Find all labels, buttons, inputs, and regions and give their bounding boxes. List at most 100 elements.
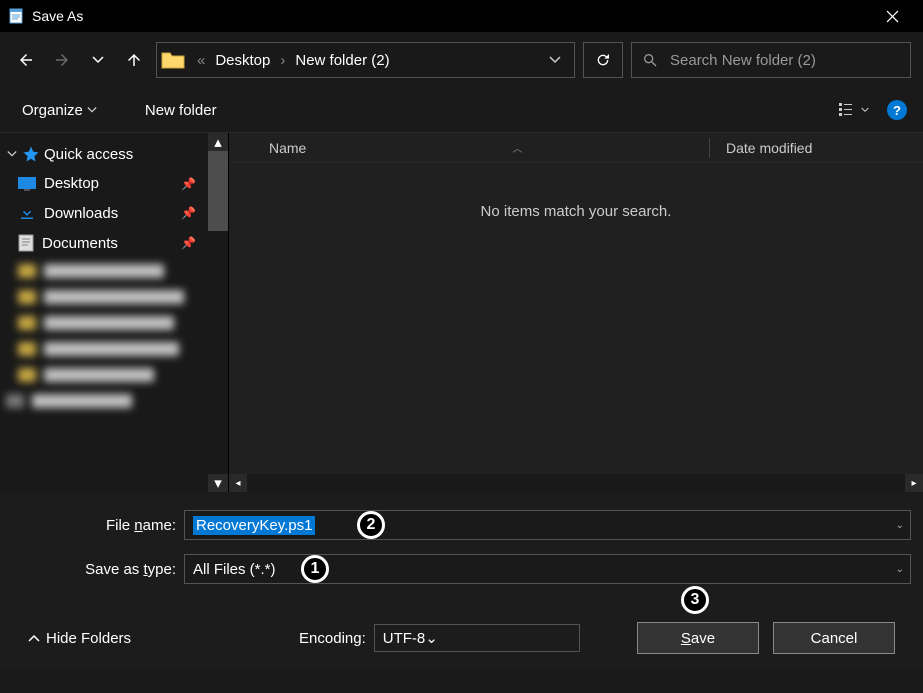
- file-list-pane: Name ︿ Date modified No items match your…: [228, 133, 923, 492]
- sidebar-item-blurred[interactable]: [0, 310, 208, 336]
- chevron-down-icon: [87, 105, 97, 115]
- annotation-3: 3: [681, 586, 709, 614]
- column-header-date[interactable]: Date modified: [726, 140, 812, 156]
- empty-message: No items match your search.: [481, 203, 672, 220]
- sidebar-item-blurred[interactable]: [0, 258, 208, 284]
- breadcrumb[interactable]: « Desktop › New folder (2): [156, 42, 575, 78]
- hide-folders-button[interactable]: Hide Folders: [28, 630, 131, 647]
- scroll-right-icon[interactable]: ▸: [905, 474, 923, 492]
- chevron-down-icon[interactable]: ⌄: [425, 629, 438, 647]
- pin-icon: 📌: [181, 236, 196, 250]
- encoding-select[interactable]: UTF-8 ⌄: [374, 624, 580, 652]
- nav-row: « Desktop › New folder (2) Search New fo…: [0, 32, 923, 88]
- new-folder-button[interactable]: New folder: [139, 98, 223, 123]
- refresh-button[interactable]: [583, 42, 623, 78]
- folder-icon: [161, 50, 185, 70]
- cancel-button[interactable]: Cancel: [773, 622, 895, 654]
- address-dropdown-button[interactable]: [538, 43, 570, 77]
- toolbar: Organize New folder ?: [0, 88, 923, 132]
- scroll-track[interactable]: [247, 474, 905, 492]
- main-area: Quick access Desktop 📌 Downloads 📌 Docum…: [0, 132, 923, 492]
- chevron-up-icon: [28, 632, 40, 644]
- footer: Hide Folders Encoding: UTF-8 ⌄ 3 Save Ca…: [12, 598, 911, 670]
- chevron-down-icon[interactable]: ⌄: [896, 564, 904, 575]
- type-label: Save as type:: [12, 561, 184, 578]
- sidebar-item-blurred[interactable]: [0, 284, 208, 310]
- scroll-left-icon[interactable]: ◂: [229, 474, 247, 492]
- pin-icon: 📌: [181, 206, 196, 220]
- breadcrumb-item-desktop[interactable]: Desktop: [211, 52, 274, 69]
- chevron-down-icon[interactable]: ⌄: [896, 520, 904, 531]
- annotation-1: 1: [301, 555, 329, 583]
- sidebar: Quick access Desktop 📌 Downloads 📌 Docum…: [0, 133, 228, 492]
- search-icon: [642, 52, 658, 68]
- chevron-down-icon: [6, 149, 18, 159]
- new-folder-label: New folder: [145, 102, 217, 119]
- pin-icon: 📌: [181, 177, 196, 191]
- chevron-right-icon[interactable]: ›: [274, 52, 291, 69]
- column-label: Name: [269, 140, 306, 156]
- chevron-down-icon: [92, 54, 104, 66]
- cancel-label: Cancel: [811, 630, 858, 647]
- sidebar-label: Documents: [42, 235, 118, 252]
- close-icon: [886, 10, 899, 23]
- encoding-value: UTF-8: [383, 630, 426, 647]
- scroll-up-icon[interactable]: ▴: [208, 133, 228, 151]
- sort-asc-icon: ︿: [512, 140, 522, 155]
- sidebar-label: Desktop: [44, 175, 99, 192]
- type-value: All Files (*.*): [193, 561, 276, 578]
- sidebar-item-blurred[interactable]: [0, 336, 208, 362]
- hide-folders-label: Hide Folders: [46, 630, 131, 647]
- recent-locations-button[interactable]: [84, 46, 112, 74]
- close-button[interactable]: [869, 0, 915, 32]
- search-input[interactable]: Search New folder (2): [631, 42, 911, 78]
- chevron-down-icon: [861, 106, 869, 114]
- help-button[interactable]: ?: [887, 100, 907, 120]
- filename-value: RecoveryKey.ps1: [193, 516, 315, 535]
- breadcrumb-item-newfolder[interactable]: New folder (2): [291, 52, 393, 69]
- chevron-down-icon: [549, 54, 561, 66]
- type-select[interactable]: All Files (*.*) 1 ⌄: [184, 554, 911, 584]
- save-form: File name: RecoveryKey.ps1 2 ⌄ Save as t…: [0, 492, 923, 670]
- nav-tree: Quick access Desktop 📌 Downloads 📌 Docum…: [0, 133, 208, 492]
- column-headers: Name ︿ Date modified: [229, 133, 923, 163]
- annotation-2: 2: [357, 511, 385, 539]
- title-bar: Save As: [0, 0, 923, 32]
- organize-button[interactable]: Organize: [16, 98, 103, 123]
- filename-label: File name:: [12, 517, 184, 534]
- forward-button[interactable]: [48, 46, 76, 74]
- sidebar-item-downloads[interactable]: Downloads 📌: [0, 198, 208, 228]
- sidebar-item-desktop[interactable]: Desktop 📌: [0, 169, 208, 198]
- encoding-label: Encoding:: [299, 630, 366, 647]
- scroll-thumb[interactable]: [208, 151, 228, 231]
- documents-icon: [18, 234, 34, 252]
- up-button[interactable]: [120, 46, 148, 74]
- desktop-icon: [18, 177, 36, 191]
- scroll-down-icon[interactable]: ▾: [208, 474, 228, 492]
- sidebar-item-quick-access[interactable]: Quick access: [0, 139, 208, 169]
- organize-label: Organize: [22, 102, 83, 119]
- arrow-left-icon: [17, 51, 35, 69]
- sidebar-item-blurred[interactable]: [0, 362, 208, 388]
- save-button[interactable]: Save: [637, 622, 759, 654]
- sidebar-label-quick-access: Quick access: [44, 146, 133, 163]
- file-list-body: No items match your search.: [229, 163, 923, 474]
- search-placeholder: Search New folder (2): [670, 52, 816, 69]
- breadcrumb-sep-icon: «: [191, 52, 211, 69]
- back-button[interactable]: [12, 46, 40, 74]
- column-separator[interactable]: [709, 138, 710, 158]
- window-title: Save As: [32, 8, 869, 24]
- sidebar-item-blurred[interactable]: [0, 388, 208, 414]
- sidebar-scrollbar[interactable]: ▴ ▾: [208, 133, 228, 492]
- view-options-button[interactable]: [833, 98, 875, 122]
- filename-input[interactable]: RecoveryKey.ps1 2 ⌄: [184, 510, 911, 540]
- horizontal-scrollbar[interactable]: ◂ ▸: [229, 474, 923, 492]
- sidebar-label: Downloads: [44, 205, 118, 222]
- sidebar-item-documents[interactable]: Documents 📌: [0, 228, 208, 258]
- view-icon: [839, 102, 857, 118]
- notepad-icon: [8, 8, 24, 24]
- refresh-icon: [595, 52, 611, 68]
- downloads-icon: [18, 204, 36, 222]
- column-header-name[interactable]: Name ︿: [269, 140, 709, 156]
- star-icon: [22, 145, 40, 163]
